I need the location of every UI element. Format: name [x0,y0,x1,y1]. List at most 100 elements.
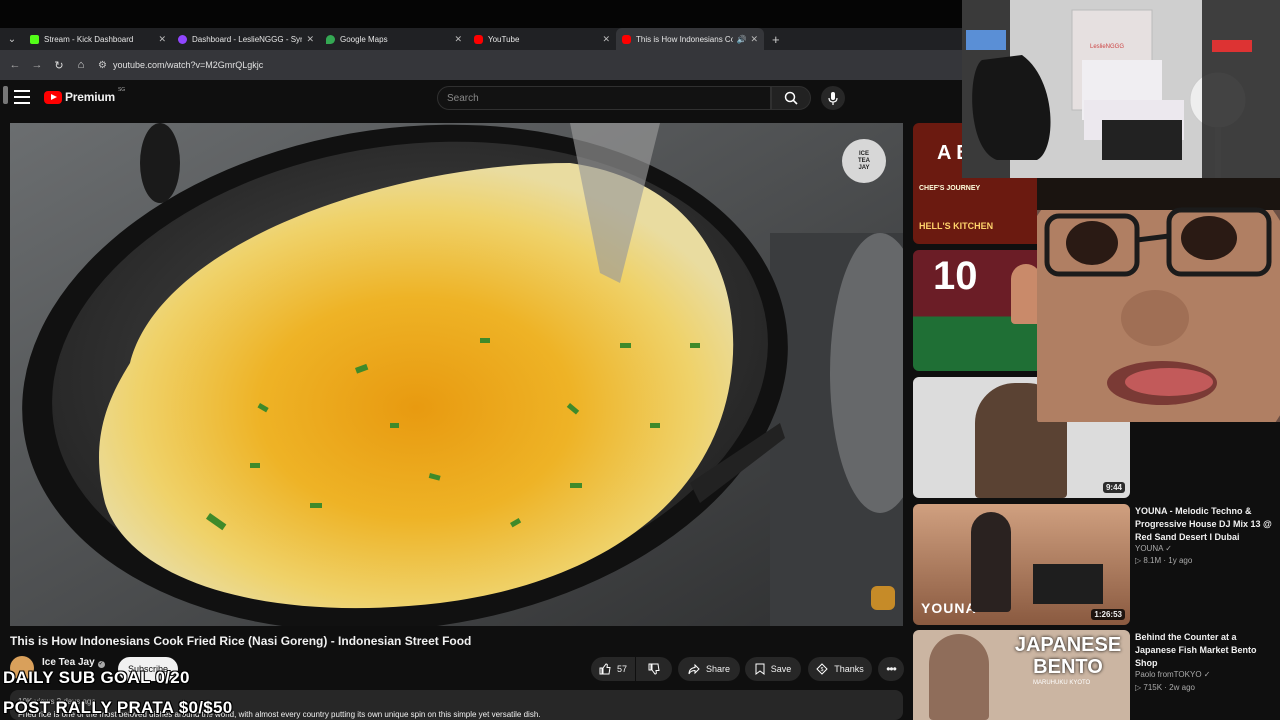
tab-title: YouTube [488,34,520,44]
tab-close-icon[interactable]: ✕ [158,34,166,45]
url-field[interactable]: ⚙ youtube.com/watch?v=M2GmrQLgkjc [98,54,263,76]
thanks-button[interactable]: $ Thanks [808,657,872,681]
youtube-logo[interactable]: Premium SG [44,87,126,104]
super-thanks-icon: $ [816,663,828,675]
more-dots-icon: ••• [886,662,897,676]
tab-title: Dashboard - LeslieNGGG - Sync [192,34,303,44]
view-count: 8.1M [1143,556,1162,565]
thumbs-up-icon [599,663,611,675]
share-button[interactable]: Share [678,657,740,681]
tab-search-icon[interactable]: ⌄ [0,28,24,50]
share-icon [688,663,700,674]
recommendation-thumbnail[interactable]: JAPANESE BENTO MARUHUKU KYOTO [913,630,1130,720]
site-info-icon[interactable]: ⚙ [98,60,107,71]
recommendation-channel[interactable]: YOUNA ✓ [1135,544,1172,553]
svg-text:$: $ [821,667,824,673]
video-duration: 1:26:53 [1091,609,1125,620]
recommendation-title[interactable]: YOUNA - Melodic Techno & Progressive Hou… [1135,505,1275,544]
youtube-header: Premium SG Search [0,80,910,118]
new-tab-icon[interactable]: + [772,32,780,47]
home-icon[interactable]: ⌂ [70,59,92,71]
tab-sync-dashboard[interactable]: Dashboard - LeslieNGGG - Sync ✕ [172,28,320,50]
logo-region: SG [117,87,126,93]
reload-icon[interactable]: ↻ [48,59,70,72]
tab-title: This is How Indonesians Co [636,34,734,44]
channel-watermark[interactable]: ICE TEA JAY [842,139,886,183]
watermark-line: ICE [858,150,869,157]
watermark-line: TEA [858,157,870,164]
video-player[interactable]: ICE TEA JAY [10,123,903,626]
dj-equipment [1033,564,1103,604]
tab-kick[interactable]: Stream - Kick Dashboard ✕ [24,28,172,50]
tab-google-maps[interactable]: Google Maps ✕ [320,28,468,50]
voice-search-button[interactable] [821,86,845,110]
url-text: youtube.com/watch?v=M2GmrQLgkjc [112,60,264,70]
thumbnail-text: YOUNA [921,600,977,616]
search-icon [784,91,798,105]
search-input[interactable]: Search [437,86,771,110]
thanks-label: Thanks [834,664,864,674]
verified-check-icon: ✓ [97,661,105,668]
recommendation-meta: ▷ 715K · 2w ago [1135,683,1195,692]
room-sign: LeslieNGGG [1090,44,1125,50]
thumbnail-subtext: CHEF'S JOURNEY [919,185,981,192]
recommendation-thumbnail[interactable]: YOUNA 1:26:53 [913,504,1130,625]
youtube-play-icon [44,90,62,104]
tab-current-video[interactable]: This is How Indonesians Co 🔊 ✕ [616,28,764,50]
webcam-face [1037,178,1280,422]
tab-close-icon[interactable]: ✕ [750,34,758,45]
sub-goal-overlay: DAILY SUB GOAL 0/20 [3,668,190,687]
webcam-room: LeslieNGGG [962,0,1280,178]
thumbs-down-icon [648,663,660,675]
youtube-icon [622,34,631,44]
microphone-icon [828,91,838,105]
rally-goal-overlay: POST RALLY PRATA $0/$50 [3,698,233,717]
back-icon[interactable]: ← [4,59,26,71]
save-button[interactable]: Save [745,657,801,681]
recommendation-channel[interactable]: Paolo fromTOKYO ✓ [1135,670,1210,679]
tab-title: Stream - Kick Dashboard [44,34,134,44]
tab-close-icon[interactable]: ✕ [602,34,610,45]
channel-name-text: Ice Tea Jay [42,657,95,668]
more-actions-button[interactable]: ••• [878,657,904,681]
upload-age: 2w ago [1169,683,1195,692]
video-frame-wok-omelette [10,123,903,626]
address-bar-row: ← → ↻ ⌂ ⚙ youtube.com/watch?v=M2GmrQLgkj… [0,50,962,80]
scrollbar-handle[interactable] [3,86,8,104]
speaker-icon[interactable]: 🔊 [736,35,746,44]
channel-text: YOUNA [1135,544,1164,553]
recommendation-meta: ▷ 8.1M · 1y ago [1135,556,1193,565]
tab-youtube[interactable]: YouTube ✕ [468,28,616,50]
video-duration: 9:44 [1102,482,1125,493]
video-title: This is How Indonesians Cook Fried Rice … [10,634,472,648]
search-button[interactable] [771,86,811,110]
streamer-face [1037,178,1280,422]
menu-icon[interactable] [14,90,30,104]
corner-logo [871,586,895,610]
sync-icon [178,34,187,44]
upload-age: 1y ago [1168,556,1193,565]
maps-pin-icon [326,34,335,44]
logo-text: Premium [65,90,115,104]
view-count: 715K [1143,683,1163,692]
tab-close-icon[interactable]: ✕ [454,34,462,45]
tab-title: Google Maps [340,34,388,44]
channel-name[interactable]: Ice Tea Jay ✓ [42,657,105,668]
recommendation-title[interactable]: Behind the Counter at a Japanese Fish Ma… [1135,631,1275,670]
bookmark-icon [755,663,765,675]
thumbnail-subtext: HELL'S KITCHEN [919,221,994,231]
verified-check-icon: ✓ [1165,544,1172,553]
channel-text: Paolo fromTOKYO [1135,670,1202,679]
like-button[interactable]: 57 [591,657,635,681]
thumbnail-text: 10 [933,254,978,298]
thumbnail-text: JAPANESE BENTO [1014,634,1122,678]
verified-check-icon: ✓ [1203,670,1211,679]
dislike-button[interactable] [636,657,672,681]
like-count: 57 [616,664,627,674]
forward-icon[interactable]: → [26,59,48,71]
search-placeholder: Search [447,92,479,104]
tab-strip: ⌄ Stream - Kick Dashboard ✕ Dashboard - … [0,28,962,50]
person-figure [929,634,989,720]
tab-close-icon[interactable]: ✕ [306,34,314,45]
thumbnail-subtext: MARUHUKU KYOTO [1033,680,1091,686]
